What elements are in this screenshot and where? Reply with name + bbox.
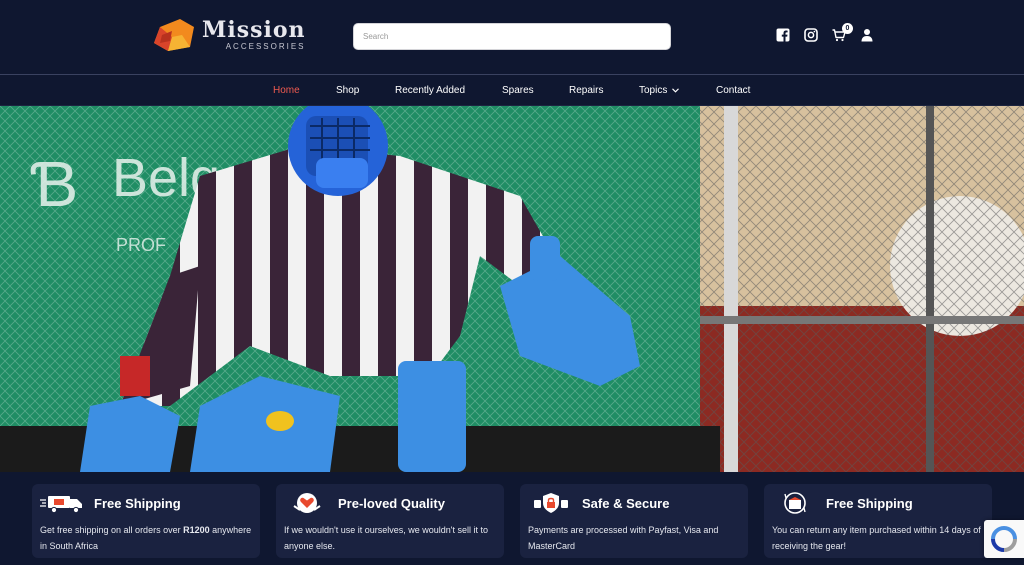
cart-count-badge: 0: [842, 23, 853, 34]
banner-subtext: PROF: [116, 235, 166, 255]
user-icon[interactable]: [860, 28, 874, 42]
cart-button[interactable]: 0: [832, 23, 853, 42]
feature-title: Free Shipping: [94, 495, 181, 511]
feature-text-before: Get free shipping on all orders over: [40, 525, 184, 535]
feature-text: Payments are processed with Payfast, Vis…: [528, 525, 719, 551]
secure-lock-icon: [534, 493, 568, 513]
logo-mark-icon: [154, 19, 194, 51]
feature-text-bold: R1200: [183, 525, 210, 535]
chevron-down-icon: [672, 88, 680, 93]
brand-name: Mission: [202, 17, 306, 43]
recaptcha-badge[interactable]: [984, 520, 1024, 558]
hero-illustration: Ɓ Belg ort PROF: [0, 106, 1024, 472]
main-nav: Home Shop Recently Added Spares Repairs …: [0, 74, 1024, 106]
feature-text: You can return any item purchased within…: [772, 525, 981, 551]
features-strip: Free Shipping Get free shipping on all o…: [0, 472, 1024, 565]
recaptcha-icon: [991, 526, 1017, 552]
feature-text: Get free shipping on all orders over R12…: [40, 522, 252, 554]
nav-item-repairs[interactable]: Repairs: [569, 85, 603, 96]
shipping-truck-icon: [40, 496, 82, 514]
feature-title: Pre-loved Quality: [338, 495, 445, 511]
feature-title: Free Shipping: [826, 495, 913, 511]
nav-item-home[interactable]: Home: [273, 85, 300, 96]
nav-item-shop[interactable]: Shop: [336, 85, 359, 96]
banner-text: Ɓ: [30, 148, 79, 220]
hero-image: Ɓ Belg ort PROF: [0, 106, 1024, 472]
site-header: Mission ACCESSORIES 0: [0, 0, 1024, 74]
nav-item-topics-label: Topics: [639, 85, 668, 96]
search-box: [353, 23, 671, 50]
facebook-icon[interactable]: [776, 28, 790, 42]
return-box-icon: [784, 492, 806, 514]
search-input[interactable]: [354, 24, 670, 49]
brand-tagline: ACCESSORIES: [225, 42, 306, 51]
feature-card-quality: Pre-loved Quality If we wouldn't use it …: [276, 484, 504, 558]
header-icons: 0: [776, 23, 874, 42]
nav-item-contact[interactable]: Contact: [716, 85, 750, 96]
instagram-icon[interactable]: [804, 28, 818, 42]
nav-item-spares[interactable]: Spares: [502, 85, 534, 96]
brand-logo[interactable]: Mission ACCESSORIES: [150, 17, 306, 53]
feature-title: Safe & Secure: [582, 495, 670, 511]
feature-card-secure: Safe & Secure Payments are processed wit…: [520, 484, 748, 558]
nav-item-topics[interactable]: Topics: [639, 85, 680, 96]
feature-card-returns: Free Shipping You can return any item pu…: [764, 484, 992, 558]
heart-hands-icon: [293, 493, 321, 513]
feature-text: If we wouldn't use it ourselves, we woul…: [284, 525, 489, 551]
nav-item-recently-added[interactable]: Recently Added: [395, 85, 465, 96]
feature-card-shipping: Free Shipping Get free shipping on all o…: [32, 484, 260, 558]
